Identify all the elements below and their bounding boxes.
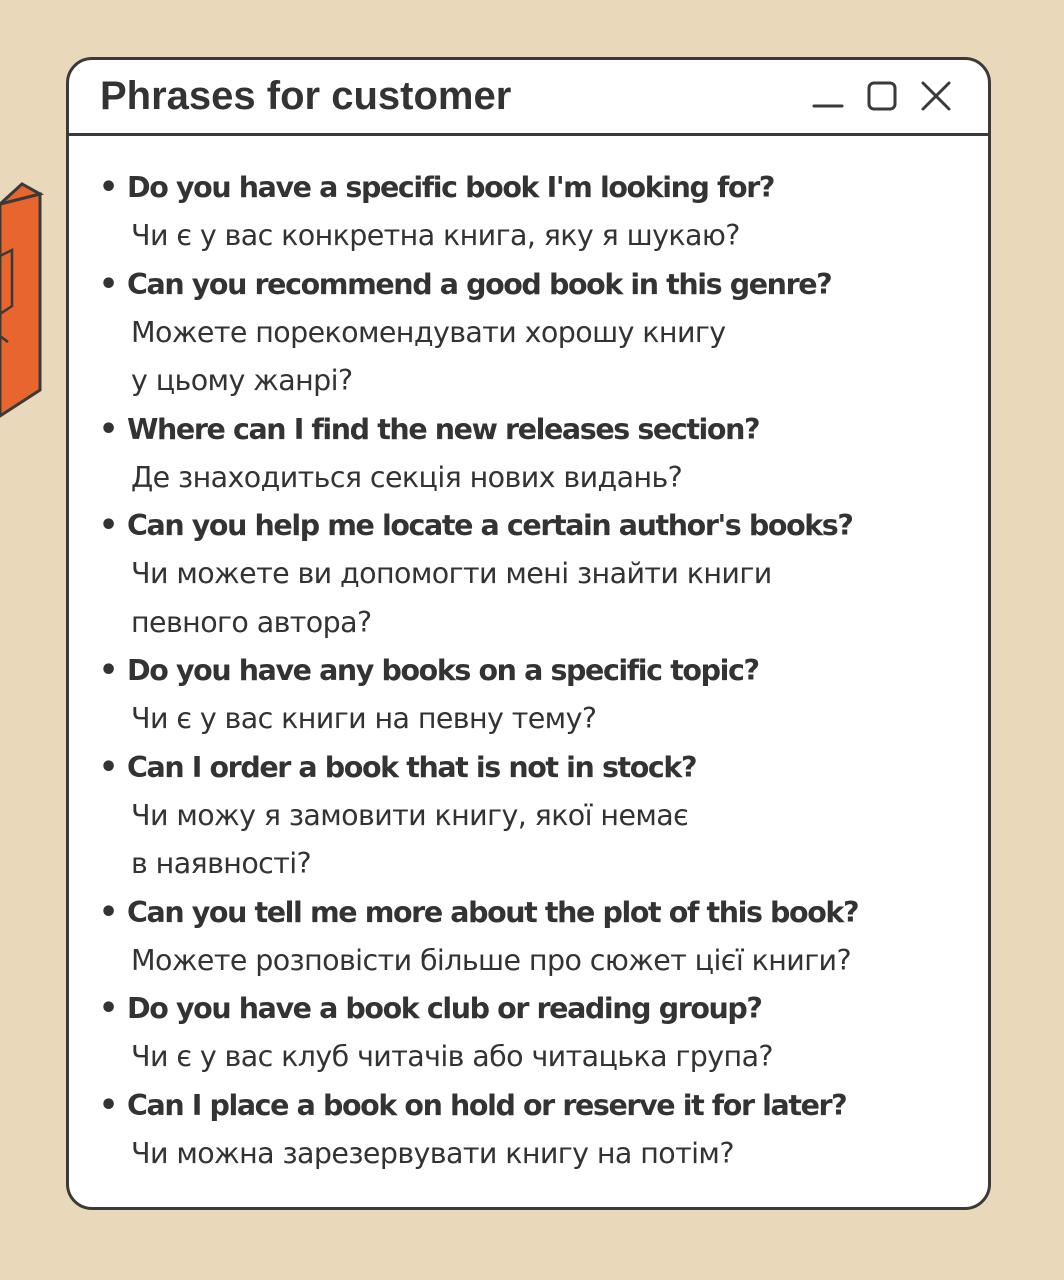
phrase-english: Can I place a book on hold or reserve it…: [127, 1088, 848, 1122]
phrase-ukrainian: Чи є у вас конкретна книга, яку я шукаю?: [131, 219, 740, 252]
phrase-ukrainian: Чи є у вас клуб читачів або читацька гру…: [131, 1040, 774, 1073]
phrase-item: • Do you have any books on a specific to…: [69, 647, 988, 744]
phrase-english: Can you help me locate a certain author'…: [127, 509, 854, 542]
window-titlebar: Phrases for customer: [69, 60, 988, 136]
phrase-item: • Do you have a book club or reading gro…: [69, 985, 988, 1082]
phrase-item: • Can you tell me more about the plot of…: [69, 889, 988, 986]
close-icon[interactable]: [918, 78, 954, 114]
phrase-ukrainian: Чи можна зарезервувати книгу на потім?: [131, 1136, 734, 1170]
book-illustration: [0, 182, 45, 418]
phrase-item: • Do you have a specific book I'm lookin…: [69, 164, 988, 261]
minimize-icon[interactable]: [810, 78, 846, 114]
phrase-list: • Do you have a specific book I'm lookin…: [69, 164, 988, 1178]
phrase-item: • Can I order a book that is not in stoc…: [69, 744, 988, 889]
phrase-ukrainian: Чи можу я замовити книгу, якої немає в н…: [131, 798, 689, 881]
window-title: Phrases for customer: [100, 74, 512, 118]
phrase-english: Can you recommend a good book in this ge…: [127, 267, 833, 301]
phrase-ukrainian: Чи можете ви допомогти мені знайти книги…: [131, 557, 772, 639]
phrase-item: • Can you recommend a good book in this …: [69, 261, 988, 406]
bullet-icon: •: [99, 894, 119, 930]
phrase-english: Can you tell me more about the plot of t…: [127, 895, 860, 929]
maximize-icon[interactable]: [864, 78, 900, 114]
bullet-icon: •: [99, 266, 119, 302]
phrase-item: • Can you help me locate a certain autho…: [69, 502, 988, 647]
bullet-icon: •: [99, 653, 119, 688]
phrase-english: Where can I find the new releases sectio…: [127, 412, 761, 446]
phrase-item: • Where can I find the new releases sect…: [69, 406, 988, 503]
phrase-english: Do you have a book club or reading group…: [127, 992, 763, 1025]
bullet-icon: •: [99, 991, 119, 1026]
phrase-ukrainian: Можете порекомендувати хорошу книгу у ць…: [131, 315, 726, 398]
bullet-icon: •: [99, 749, 119, 785]
phrase-english: Can I order a book that is not in stock?: [127, 750, 698, 784]
phrase-ukrainian: Можете розповісти більше про сюжет цієї …: [131, 943, 852, 977]
phrase-english: Do you have a specific book I'm looking …: [127, 171, 775, 204]
phrase-item: • Can I place a book on hold or reserve …: [69, 1082, 988, 1179]
bullet-icon: •: [99, 411, 119, 447]
bullet-icon: •: [99, 170, 119, 205]
phrase-ukrainian: Де знаходиться секція нових видань?: [131, 460, 683, 494]
window-controls: [810, 78, 954, 114]
bullet-icon: •: [99, 508, 119, 543]
bullet-icon: •: [99, 1087, 119, 1123]
phrase-english: Do you have any books on a specific topi…: [127, 654, 760, 687]
phrases-window: Phrases for customer • Do you have a spe…: [66, 57, 991, 1210]
phrase-ukrainian: Чи є у вас книги на певну тему?: [131, 702, 597, 735]
